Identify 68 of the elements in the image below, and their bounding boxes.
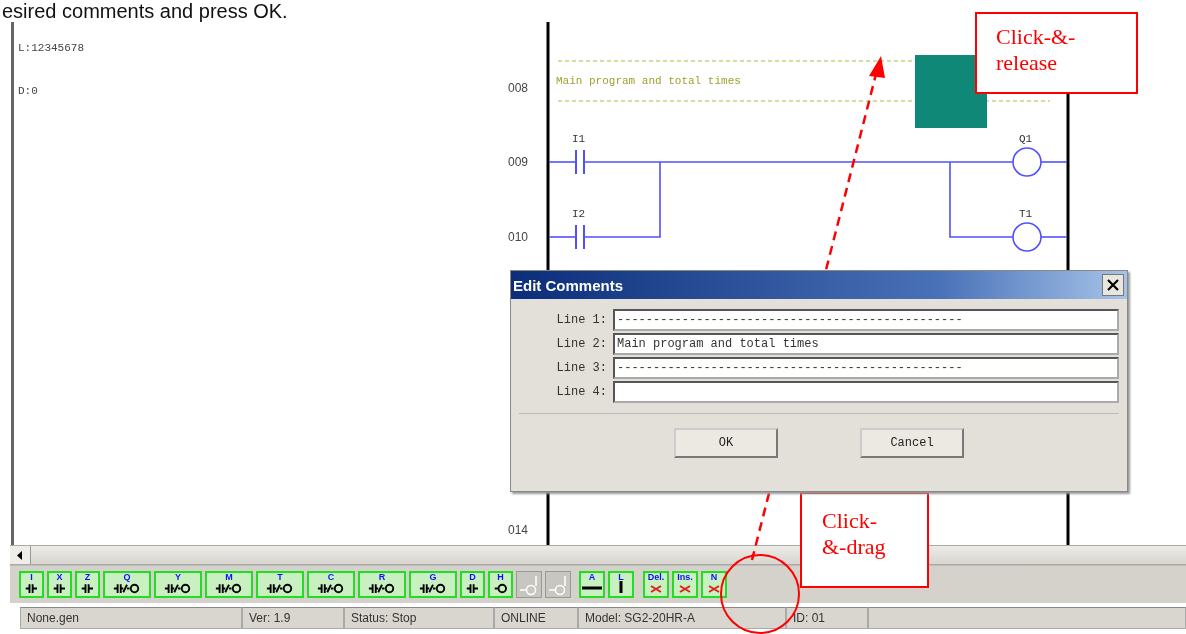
coil-icon [520, 573, 538, 596]
toolbar-button[interactable]: Del. [643, 571, 669, 598]
toolbar-button[interactable]: C [307, 571, 355, 598]
field-label: Line 4: [555, 385, 607, 399]
toolbar-button[interactable]: T [256, 571, 304, 598]
rung-number: 009 [508, 155, 529, 169]
rung-comment: Main program and total times [556, 75, 741, 87]
left-arrow-icon [17, 550, 23, 560]
callout-box: Click-&-drag [800, 492, 929, 588]
coil-icon [549, 573, 567, 596]
status-cell: Status: Stop [344, 607, 494, 629]
coil-label: Q1 [1019, 133, 1033, 145]
field-label: Line 2: [555, 337, 607, 351]
toolbar-button[interactable] [545, 571, 571, 598]
comment-field[interactable]: ------------------------------------------------ [613, 357, 1119, 379]
vertical-line-icon [618, 581, 624, 593]
field-label: Line 3: [555, 361, 607, 375]
close-icon [1107, 279, 1119, 291]
close-button[interactable] [1102, 274, 1124, 296]
toolbar-button[interactable]: G [409, 571, 457, 598]
comment-field[interactable]: ------------------------------------------------ [613, 309, 1119, 331]
coil-label: T1 [1019, 208, 1033, 220]
cross-icon [650, 585, 662, 593]
toolbar-button[interactable]: I [19, 571, 44, 598]
toolbar-button[interactable]: Y [154, 571, 202, 598]
toolbar-button[interactable]: M [205, 571, 253, 598]
toolbar-button[interactable]: Z [75, 571, 100, 598]
field-label: Line 1: [555, 313, 607, 327]
memory-readout: D:0 [18, 85, 39, 99]
status-cell: None.gen [20, 607, 242, 629]
status-cell: ID: 01 [786, 607, 868, 629]
contact-label: I1 [572, 133, 586, 145]
marker-icon [679, 585, 691, 593]
toolbar-button[interactable]: D [460, 571, 485, 598]
rung-wire [548, 161, 577, 163]
rung-number: 008 [508, 81, 529, 95]
memory-readout: L:12345678 [18, 42, 85, 56]
toolbar-button[interactable]: Q [103, 571, 151, 598]
rung-number: 014 [508, 523, 529, 537]
marker-icon [708, 585, 720, 593]
contact-symbol [575, 224, 585, 250]
toolbar-button[interactable]: Ins. [672, 571, 698, 598]
toolbar-button[interactable]: A [579, 571, 605, 598]
contact-symbol [575, 149, 585, 175]
coil-symbol [1012, 222, 1042, 252]
rung-wire [1040, 161, 1068, 163]
contact-label: I2 [572, 208, 586, 220]
callout-box: Click-&-release [975, 12, 1138, 94]
comment-field[interactable]: Main program and total times [613, 333, 1119, 355]
toolbar-button[interactable]: L [608, 571, 634, 598]
cancel-button[interactable]: Cancel [860, 428, 964, 458]
toolbar-button[interactable]: X [47, 571, 72, 598]
ok-button[interactable]: OK [674, 428, 778, 458]
toolbar-button[interactable]: R [358, 571, 406, 598]
scroll-left-button[interactable] [10, 546, 31, 564]
instruction-text: esired comments and press OK. [1, 0, 289, 22]
rung-wire [548, 236, 577, 238]
dialog-title: Edit Comments [513, 276, 623, 294]
rung-number: 010 [508, 230, 529, 244]
toolbar-button[interactable] [516, 571, 542, 598]
status-cell: Model: SG2-20HR-A [578, 607, 786, 629]
toolbar-button[interactable]: H [488, 571, 513, 598]
coil-symbol [1012, 147, 1042, 177]
rung-wire [1040, 236, 1068, 238]
comment-field[interactable] [613, 381, 1119, 403]
status-cell: ONLINE [494, 607, 578, 629]
toolbar-button[interactable]: N [701, 571, 727, 598]
status-cell: Ver: 1.9 [242, 607, 344, 629]
